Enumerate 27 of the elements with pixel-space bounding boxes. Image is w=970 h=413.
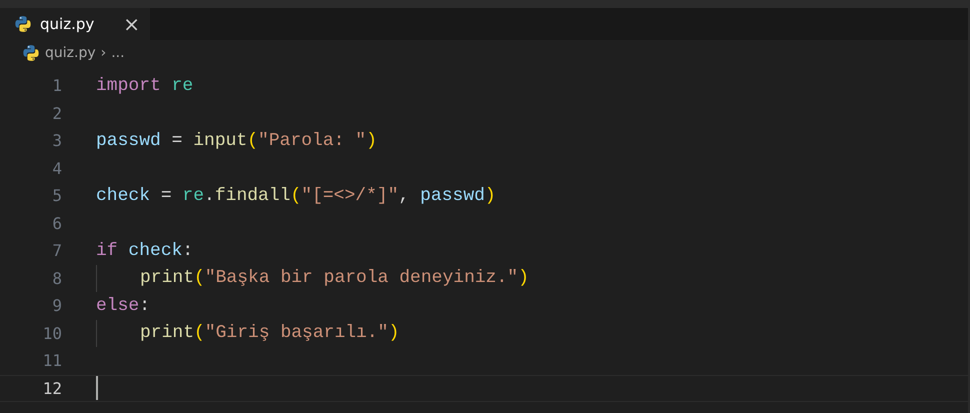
breadcrumb-separator: › [100, 45, 106, 61]
breadcrumb-item[interactable]: quiz.py [45, 45, 96, 61]
text-cursor [96, 376, 98, 400]
code-line: else: [96, 294, 150, 318]
close-icon[interactable]: × [123, 12, 140, 36]
code-line: check = re.findall("[=<>/*]", passwd) [96, 184, 496, 208]
code-line: print("Giriş başarılı.") [140, 322, 400, 346]
code-line: import re [96, 74, 194, 98]
line-number: 6 [51, 214, 62, 233]
line-number: 1 [51, 76, 62, 96]
line-number: 4 [51, 158, 62, 178]
python-icon [14, 15, 32, 33]
python-icon [22, 44, 40, 62]
code-line: passwd = input("Parola: ") [96, 130, 377, 153]
code-line: if check: [96, 240, 194, 263]
code-line: print("Başka bir parola deneyiniz.") [140, 267, 529, 290]
line-number: 7 [51, 241, 62, 260]
line-number: 3 [51, 131, 62, 150]
line-number: 11 [42, 351, 62, 370]
breadcrumb-item[interactable]: ... [111, 45, 125, 61]
line-number: 8 [51, 268, 62, 288]
line-number: 2 [51, 104, 62, 123]
line-number: 12 [42, 378, 62, 398]
editor-tab[interactable]: quiz.py × [0, 8, 150, 40]
line-number: 10 [42, 324, 62, 343]
line-number: 5 [51, 186, 62, 206]
line-number: 9 [51, 296, 62, 316]
